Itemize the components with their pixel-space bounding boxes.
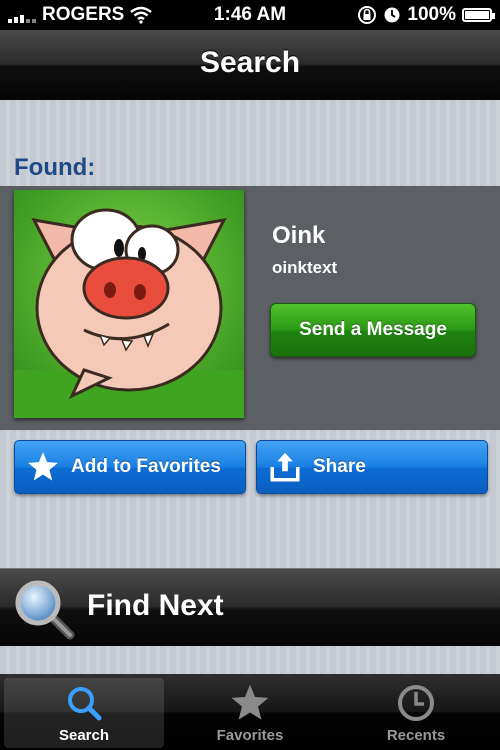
content-strip bbox=[0, 646, 500, 674]
find-next-label: Find Next bbox=[87, 589, 224, 622]
status-right: 100% bbox=[357, 4, 495, 26]
battery-percent: 100% bbox=[407, 4, 456, 25]
send-message-label: Send a Message bbox=[299, 319, 447, 340]
tab-search-label: Search bbox=[58, 727, 110, 744]
search-icon bbox=[62, 681, 106, 725]
battery-icon bbox=[462, 8, 495, 22]
tab-favorites[interactable]: Favorites bbox=[170, 678, 330, 748]
pig-avatar-icon[interactable] bbox=[14, 190, 244, 418]
add-to-favorites-label: Add to Favorites bbox=[71, 456, 221, 477]
alarm-icon bbox=[384, 7, 400, 23]
tab-recents[interactable]: Recents bbox=[336, 678, 496, 748]
star-icon bbox=[25, 449, 61, 485]
add-to-favorites-button[interactable]: Add to Favorites bbox=[14, 440, 246, 494]
star-icon bbox=[228, 681, 272, 725]
result-handle: oinktext bbox=[272, 258, 338, 277]
share-button[interactable]: Share bbox=[256, 440, 488, 494]
share-icon bbox=[267, 449, 303, 485]
tab-bar: Search Favorites Recents bbox=[0, 674, 500, 750]
tab-recents-label: Recents bbox=[386, 727, 446, 744]
tab-favorites-label: Favorites bbox=[216, 727, 284, 744]
find-next-button[interactable]: Find Next bbox=[0, 568, 500, 648]
rotation-lock-icon bbox=[358, 6, 377, 24]
nav-bar: Search bbox=[0, 30, 500, 101]
send-message-button[interactable]: Send a Message bbox=[270, 303, 476, 357]
share-label: Share bbox=[313, 456, 366, 477]
found-label: Found: bbox=[14, 154, 96, 181]
clock-icon bbox=[394, 681, 438, 725]
tab-search[interactable]: Search bbox=[4, 678, 164, 748]
result-name: Oink bbox=[272, 222, 326, 249]
magnifier-icon bbox=[15, 580, 75, 640]
status-bar: ROGERS 1:46 AM 100% bbox=[0, 0, 500, 30]
page-title: Search bbox=[199, 46, 301, 79]
